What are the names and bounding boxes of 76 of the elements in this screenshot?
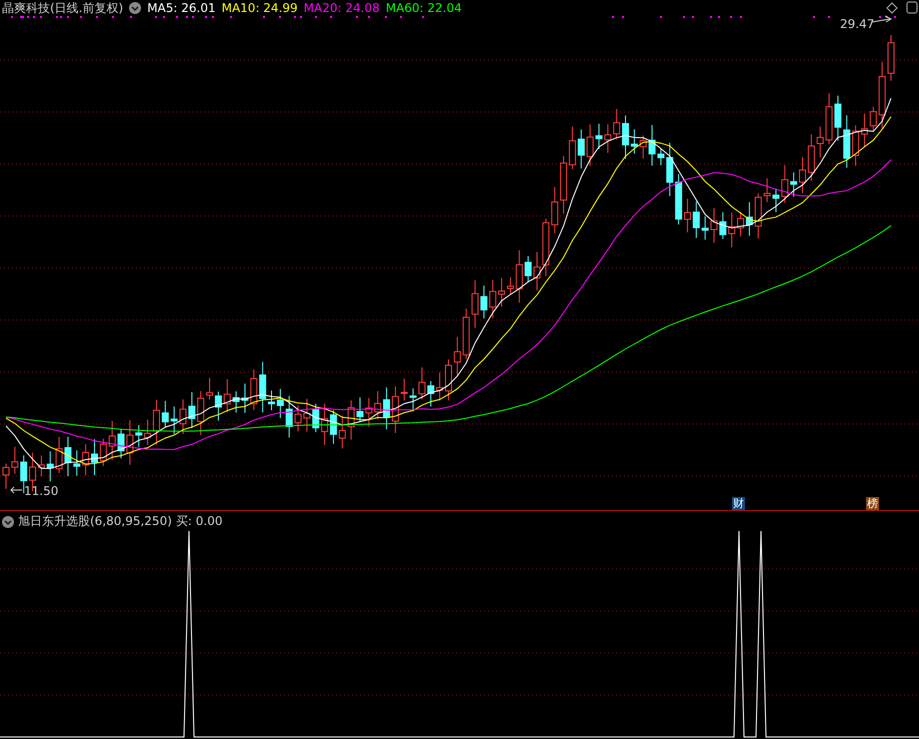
candlestick bbox=[82, 444, 90, 476]
candlestick bbox=[666, 142, 674, 197]
candlestick bbox=[454, 336, 461, 376]
candlestick bbox=[197, 390, 204, 436]
candlestick bbox=[250, 369, 258, 411]
dropdown-icon[interactable] bbox=[129, 2, 142, 14]
event-badge[interactable]: 榜 bbox=[866, 497, 879, 510]
indicator-reading: 买: 0.00 bbox=[176, 513, 222, 530]
candlestick bbox=[188, 392, 196, 429]
high-price-label: 29.47 bbox=[840, 17, 874, 31]
candlestick bbox=[640, 134, 647, 160]
candlestick bbox=[710, 208, 718, 244]
panel-icon[interactable] bbox=[906, 2, 918, 14]
candlestick bbox=[754, 192, 762, 240]
moving-average-value: MA5: 26.01 bbox=[147, 1, 216, 15]
candlestick bbox=[73, 450, 80, 476]
candlestick bbox=[276, 388, 284, 418]
moving-average-value: MA60: 22.04 bbox=[386, 1, 462, 15]
candlestick bbox=[843, 114, 850, 168]
candlestick bbox=[445, 359, 452, 401]
candlestick bbox=[489, 279, 496, 319]
diamond-icon[interactable] bbox=[886, 2, 898, 14]
dropdown-icon[interactable] bbox=[2, 516, 14, 528]
candlestick bbox=[622, 115, 629, 160]
candlestick bbox=[692, 200, 700, 239]
candlestick bbox=[427, 380, 434, 408]
candlestick bbox=[702, 216, 709, 240]
candlestick bbox=[728, 212, 736, 248]
arrow-icon bbox=[10, 486, 22, 494]
candlestick bbox=[551, 186, 558, 234]
candlestick bbox=[816, 126, 824, 158]
candlestick bbox=[100, 438, 107, 466]
candlestick bbox=[356, 396, 364, 423]
low-price-label: 11.50 bbox=[24, 484, 58, 498]
stock-title: 晶爽科技(日线.前复权) bbox=[2, 0, 124, 16]
candlestick bbox=[162, 400, 169, 428]
candlestick bbox=[436, 372, 444, 402]
candlestick bbox=[542, 218, 550, 276]
candlestick bbox=[578, 128, 585, 170]
moving-average-value: MA10: 24.99 bbox=[222, 1, 298, 15]
candlestick bbox=[888, 34, 894, 82]
arrow-icon bbox=[872, 16, 892, 22]
indicator-title: 旭日东升选股(6,80,95,250) bbox=[18, 513, 172, 530]
candlestick bbox=[170, 406, 178, 434]
candlestick bbox=[781, 164, 788, 204]
candlestick bbox=[224, 378, 231, 413]
candlestick bbox=[790, 172, 798, 198]
candlestick bbox=[462, 308, 470, 360]
candlestick bbox=[799, 156, 806, 194]
event-badge[interactable]: 财 bbox=[732, 497, 745, 510]
candlestick bbox=[870, 106, 877, 132]
candlestick bbox=[108, 420, 116, 460]
candlestick bbox=[338, 415, 346, 449]
candlestick bbox=[135, 424, 142, 448]
candlestick bbox=[365, 397, 372, 428]
candlestick bbox=[91, 438, 98, 476]
candlestick bbox=[312, 403, 320, 433]
candlestick bbox=[374, 390, 382, 420]
candlestick bbox=[878, 61, 886, 130]
moving-average-value: MA20: 24.08 bbox=[304, 1, 380, 15]
candlestick bbox=[180, 398, 186, 435]
candlestick bbox=[516, 250, 523, 304]
candlestick bbox=[286, 395, 293, 438]
candlestick bbox=[534, 251, 540, 291]
candlestick bbox=[400, 378, 408, 402]
candlestick bbox=[2, 463, 10, 490]
candlestick bbox=[808, 134, 815, 182]
candlestick bbox=[46, 450, 54, 482]
candlestick bbox=[630, 128, 638, 154]
candlestick bbox=[259, 361, 266, 413]
candlestick bbox=[613, 108, 620, 140]
candlestick bbox=[604, 124, 612, 154]
candlestick bbox=[524, 255, 532, 283]
candlestick bbox=[11, 446, 18, 474]
candlestick bbox=[719, 212, 726, 240]
candlestick bbox=[268, 390, 275, 411]
